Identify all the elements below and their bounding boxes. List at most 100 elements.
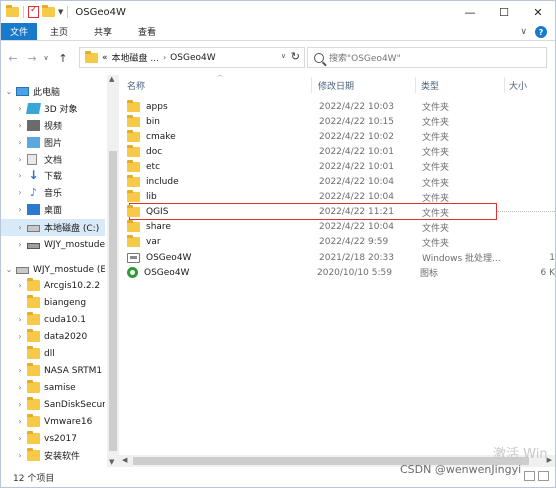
folder-icon (27, 278, 40, 291)
nav-item[interactable]: dll (1, 345, 105, 362)
chevron-right-icon[interactable]: › (15, 434, 25, 443)
up-arrow-icon[interactable]: ↑ (56, 52, 70, 65)
maximize-button[interactable]: ☐ (487, 1, 521, 23)
file-row[interactable]: bin 2022/4/22 10:15 文件夹 (127, 114, 555, 129)
minimize-button[interactable]: — (453, 1, 487, 23)
nav-item[interactable]: › WJY_mostude ( (1, 236, 105, 253)
nav-item[interactable]: › ↓ 下载 (1, 167, 105, 184)
close-button[interactable]: ✕ (521, 1, 555, 23)
tab-view[interactable]: 查看 (125, 23, 169, 40)
nav-item[interactable]: › vs2017 (1, 430, 105, 447)
chevron-right-icon[interactable]: › (15, 121, 25, 130)
file-row[interactable]: cmake 2022/4/22 10:02 文件夹 (127, 129, 555, 144)
chevron-right-icon[interactable]: › (15, 104, 25, 113)
chevron-right-icon[interactable]: › (15, 138, 25, 147)
breadcrumb-osgeo4w[interactable]: OSGeo4W (170, 53, 215, 63)
file-row[interactable]: lib 2022/4/22 10:04 文件夹 (127, 190, 555, 205)
large-icons-view-icon[interactable] (538, 471, 549, 481)
nav-item-label: Vmware16 (44, 416, 93, 427)
file-row[interactable]: apps 2022/4/22 10:03 文件夹 (127, 99, 555, 114)
nav-item[interactable]: › NASA SRTM1 v (1, 362, 105, 379)
chevron-right-icon[interactable]: › (15, 155, 25, 164)
recent-locations-icon[interactable]: ∨ (41, 54, 51, 62)
column-header-type[interactable]: 类型 (421, 77, 501, 93)
column-header-name[interactable]: 名称 ^ (127, 75, 307, 93)
file-date: 2022/4/22 9:59 (319, 237, 389, 248)
file-row[interactable]: QGIS 2022/4/22 11:21 文件夹 (127, 205, 555, 220)
tab-file[interactable]: 文件 (1, 23, 38, 40)
nav-item[interactable]: › samise (1, 379, 105, 396)
file-row[interactable]: include 2022/4/22 10:04 文件夹 (127, 175, 555, 190)
scroll-left-icon[interactable]: ◀ (122, 456, 127, 464)
chevron-right-icon[interactable]: › (15, 240, 25, 249)
nav-item[interactable]: ⌄ WJY_mostude (E (1, 261, 105, 278)
file-row[interactable]: OSGeo4W 2020/10/10 5:59 图标 6 K (127, 265, 555, 280)
chevron-down-icon[interactable]: ▼ (58, 8, 63, 16)
nav-item[interactable]: › Vmware16 (1, 413, 105, 430)
nav-item[interactable]: › 安装软件 (1, 447, 105, 464)
nav-item-label: 音乐 (44, 189, 63, 199)
chevron-right-icon[interactable]: › (15, 332, 25, 341)
chevron-right-icon[interactable]: › (15, 400, 25, 409)
nav-item[interactable]: › 文档 (1, 151, 105, 168)
file-row[interactable]: var 2022/4/22 9:59 文件夹 (127, 235, 555, 250)
chevron-right-icon[interactable]: › (15, 451, 25, 460)
tab-home[interactable]: 主页 (37, 23, 81, 40)
nav-item[interactable]: › 本地磁盘 (C:) (1, 219, 105, 236)
search-box[interactable]: 搜索"OSGeo4W" (307, 47, 547, 68)
properties-icon[interactable] (28, 5, 39, 18)
address-overflow[interactable]: « (102, 53, 108, 63)
new-folder-icon[interactable] (42, 5, 55, 17)
chevron-right-icon[interactable]: › (15, 188, 25, 197)
chevron-down-icon[interactable]: ∨ (281, 52, 286, 60)
nav-item[interactable]: › 3D 对象 (1, 100, 105, 117)
chevron-right-icon[interactable]: › (15, 205, 25, 214)
refresh-icon[interactable]: ↻ (291, 50, 300, 63)
nav-item[interactable]: › Arcgis10.2.2 (1, 277, 105, 294)
chevron-right-icon[interactable]: › (15, 383, 25, 392)
search-placeholder[interactable]: 搜索"OSGeo4W" (329, 51, 401, 64)
file-row[interactable]: etc 2022/4/22 10:01 文件夹 (127, 159, 555, 174)
nav-item[interactable]: › ♪ 音乐 (1, 184, 105, 201)
address-bar[interactable]: « 本地磁盘 ... › OSGeo4W ∨ ↻ (79, 47, 305, 68)
back-arrow-icon[interactable]: ← (6, 52, 20, 65)
file-row[interactable]: doc 2022/4/22 10:01 文件夹 (127, 144, 555, 159)
chevron-down-icon[interactable]: ⌄ (4, 265, 14, 274)
file-row[interactable]: share 2022/4/22 10:04 文件夹 (127, 220, 555, 235)
nav-pane-scrollbar[interactable]: ▲ ▼ (107, 75, 119, 467)
file-date: 2022/4/22 10:04 (319, 192, 394, 203)
folder-icon (27, 346, 40, 359)
nav-item-label: data2020 (44, 331, 88, 342)
scroll-up-icon[interactable]: ▲ (109, 75, 114, 83)
nav-item[interactable]: › SanDiskSecure (1, 396, 105, 413)
details-view-icon[interactable] (524, 471, 535, 481)
chevron-right-icon[interactable]: › (15, 417, 25, 426)
chevron-down-icon[interactable]: ⌄ (4, 87, 14, 96)
chevron-right-icon[interactable]: › (15, 366, 25, 375)
file-type: 文件夹 (422, 223, 450, 234)
chevron-right-icon[interactable]: › (15, 281, 25, 290)
column-header-size[interactable]: 大小 (509, 77, 555, 93)
nav-item[interactable]: › 桌面 (1, 201, 105, 218)
scrollbar-thumb[interactable] (109, 151, 117, 451)
nav-item[interactable]: › 视频 (1, 117, 105, 134)
chevron-right-icon[interactable]: › (15, 315, 25, 324)
chevron-right-icon[interactable]: › (163, 53, 166, 62)
column-header-date[interactable]: 修改日期 (318, 77, 418, 93)
nav-item[interactable]: › 图片 (1, 134, 105, 151)
nav-item[interactable]: ⌄ 此电脑 (1, 83, 105, 100)
expand-ribbon-icon[interactable]: ∨ (520, 27, 527, 37)
chevron-right-icon[interactable]: › (15, 171, 25, 180)
folder-icon (27, 380, 40, 393)
tab-share[interactable]: 共享 (81, 23, 125, 40)
help-icon[interactable]: ? (535, 26, 547, 38)
nav-item[interactable]: › data2020 (1, 328, 105, 345)
nav-item[interactable]: › cuda10.1 (1, 311, 105, 328)
file-type: Windows 批处理... (422, 254, 501, 264)
nav-item[interactable]: biangeng (1, 294, 105, 311)
forward-arrow-icon[interactable]: → (25, 52, 39, 65)
scroll-down-icon[interactable]: ▼ (109, 458, 114, 466)
file-row[interactable]: OSGeo4W 2021/2/18 20:33 Windows 批处理... 1 (127, 250, 555, 265)
chevron-right-icon[interactable]: › (15, 223, 25, 232)
breadcrumb-local-disk[interactable]: 本地磁盘 ... (112, 51, 159, 64)
